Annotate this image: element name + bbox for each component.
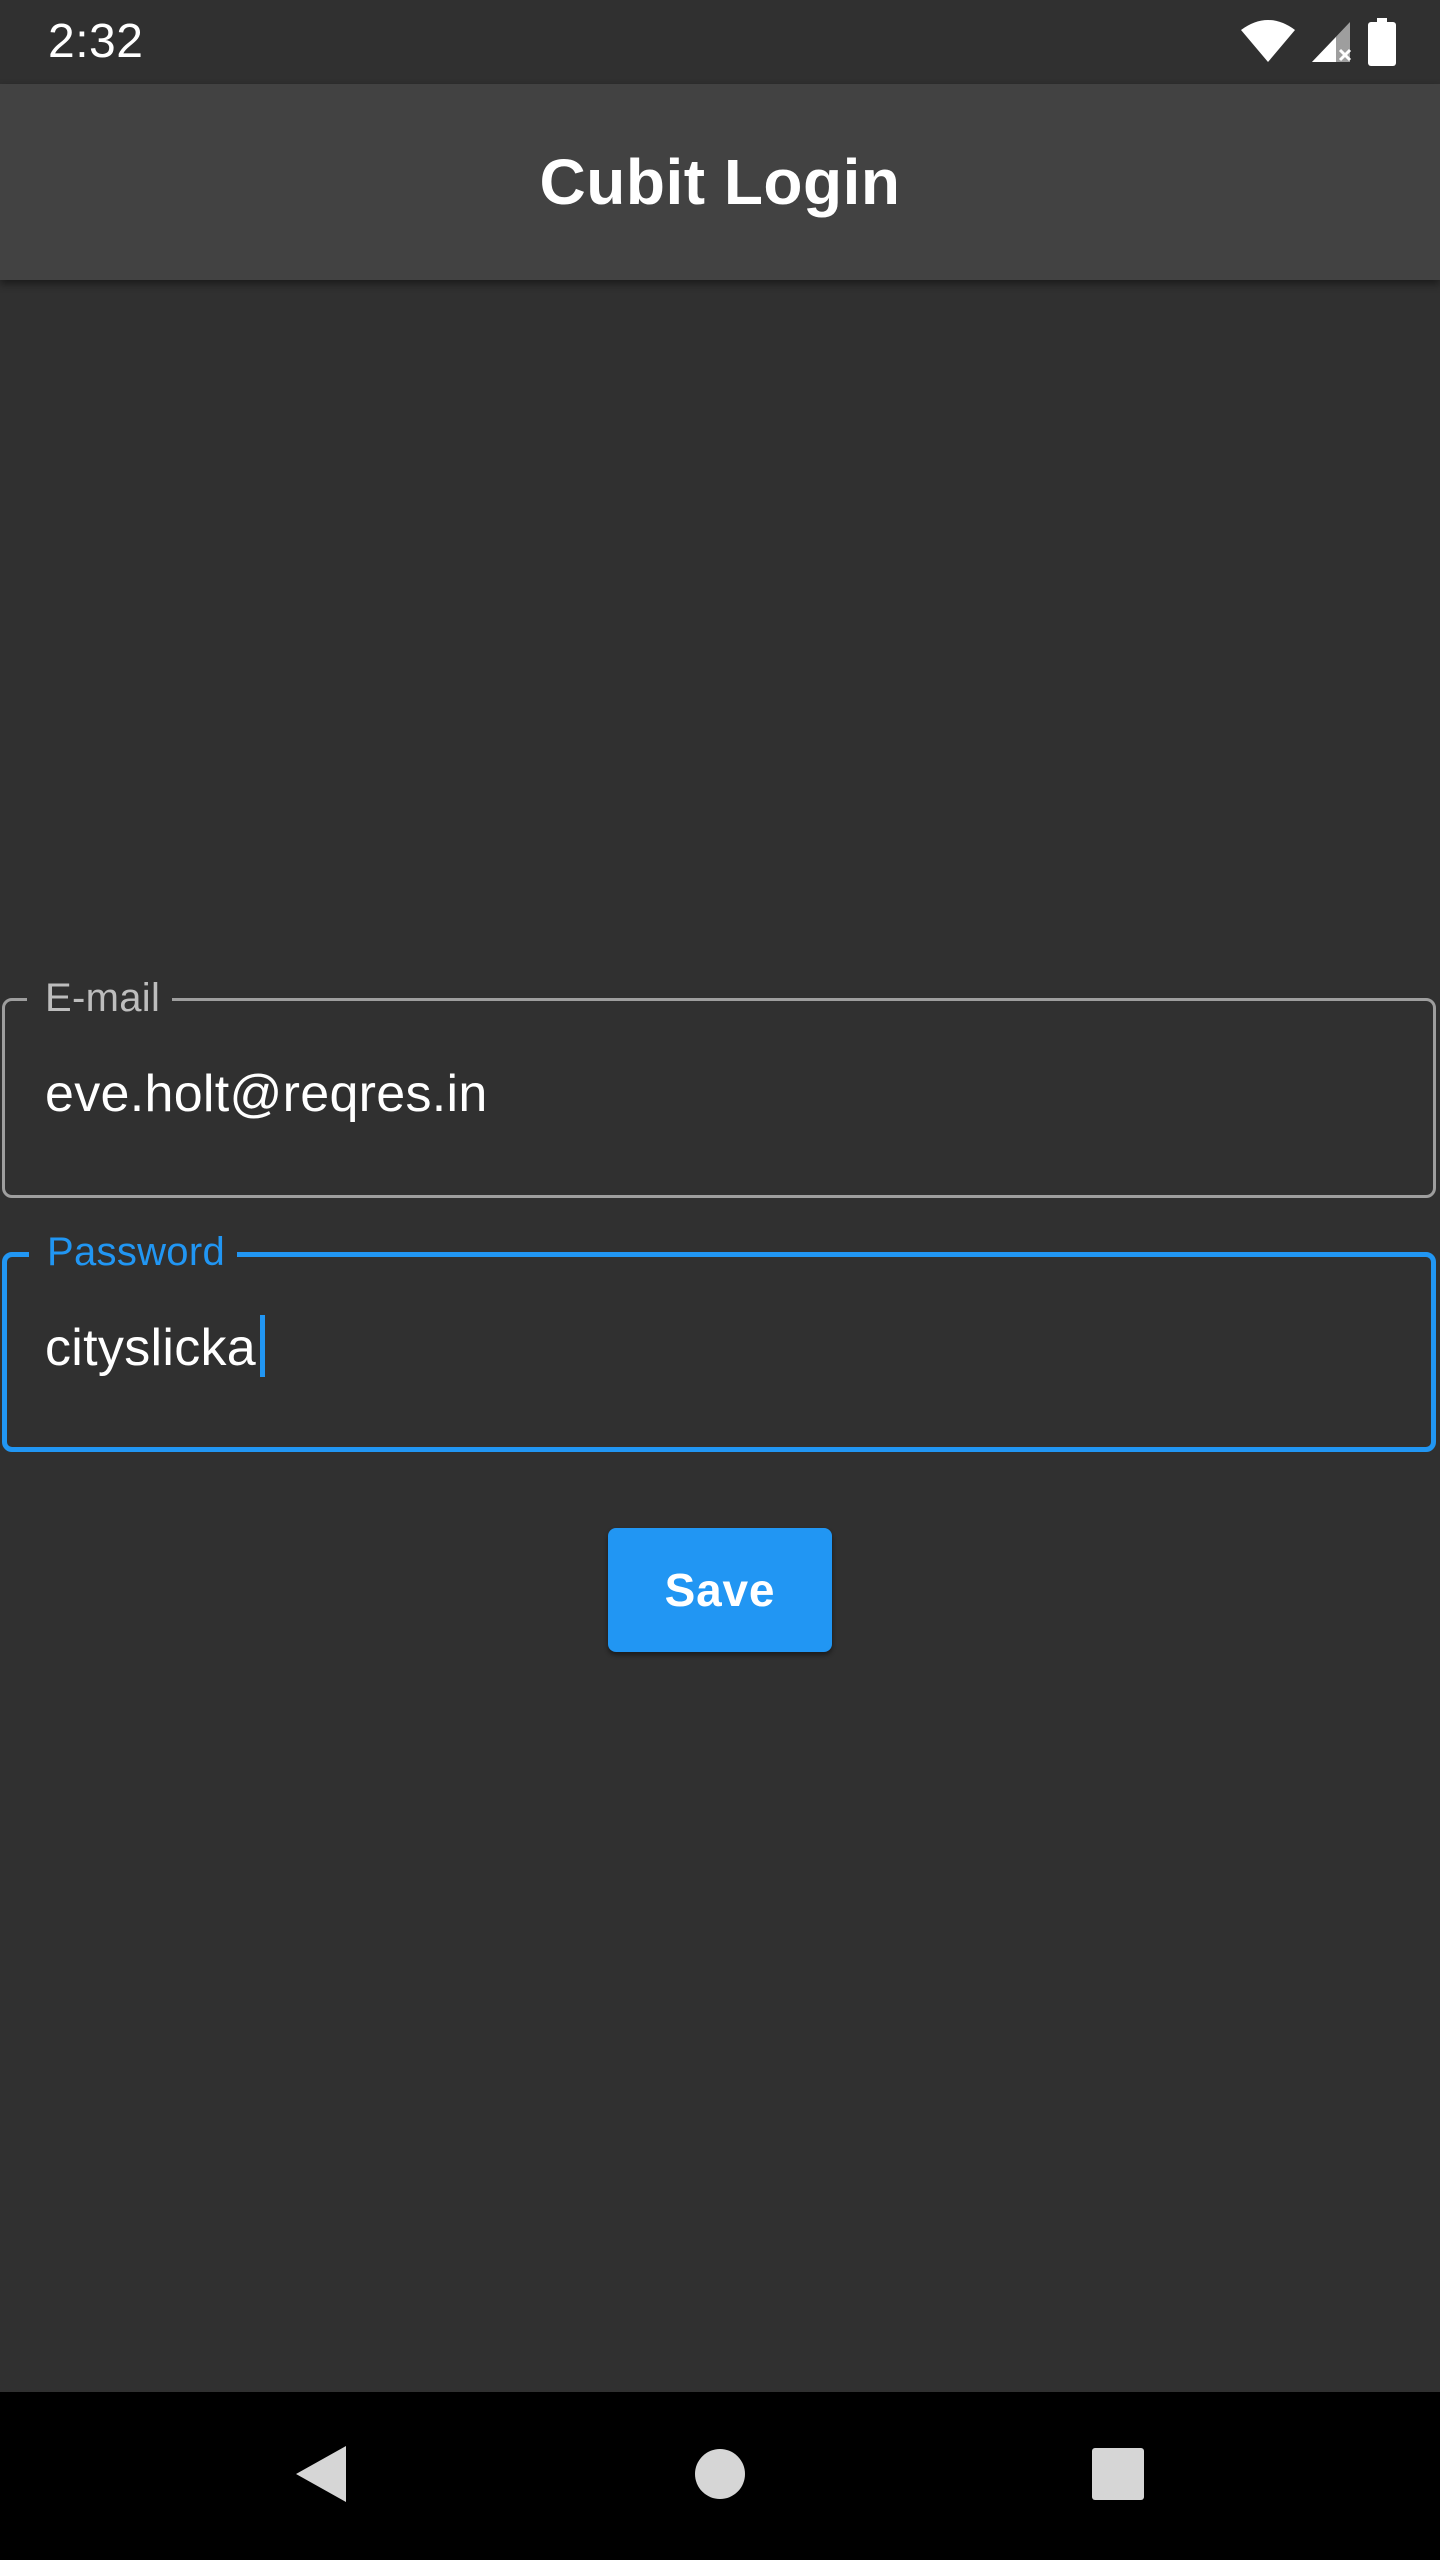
screen: 2:32 Cubit Login E-mail eve.holt@reqres.… [0, 0, 1440, 2560]
home-icon [694, 2448, 746, 2505]
page-title: Cubit Login [539, 146, 901, 218]
status-time: 2:32 [48, 15, 144, 68]
email-field-value: eve.holt@reqres.in [45, 1065, 488, 1123]
battery-icon [1368, 18, 1396, 66]
email-field-label: E-mail [27, 973, 173, 1023]
recents-icon [1092, 2447, 1144, 2505]
home-button[interactable] [636, 2392, 804, 2560]
email-field[interactable]: E-mail eve.holt@reqres.in [2, 973, 1436, 1198]
password-field-value: cityslicka [45, 1319, 257, 1377]
text-cursor [260, 1315, 266, 1377]
status-icons [1240, 18, 1396, 66]
cell-signal-icon [1310, 20, 1354, 64]
recents-button[interactable] [1034, 2392, 1202, 2560]
password-field-value-wrap: cityslicka [45, 1313, 266, 1383]
back-icon [292, 2444, 348, 2509]
status-bar: 2:32 [0, 0, 1440, 84]
password-field-label: Password [29, 1227, 238, 1277]
password-field[interactable]: Password cityslicka [2, 1227, 1436, 1452]
navigation-bar [0, 2392, 1440, 2560]
back-button[interactable] [236, 2392, 404, 2560]
save-button[interactable]: Save [608, 1528, 832, 1652]
app-bar: Cubit Login [0, 84, 1440, 280]
wifi-icon [1240, 20, 1296, 64]
